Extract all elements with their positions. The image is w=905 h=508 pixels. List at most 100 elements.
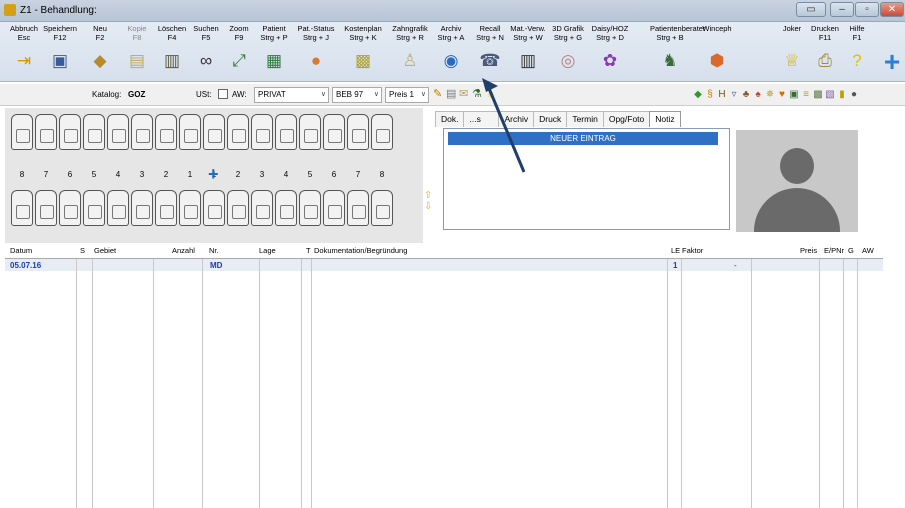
- tab-dok[interactable]: Dok.: [435, 111, 465, 127]
- tooth-lower[interactable]: [179, 190, 201, 226]
- tab-druck[interactable]: Druck: [533, 111, 568, 127]
- hilfe-button[interactable]: Hilfe F1?: [837, 24, 877, 82]
- tooth-upper[interactable]: [179, 114, 201, 150]
- tooth-upper[interactable]: [131, 114, 153, 150]
- tooth-lower[interactable]: [107, 190, 129, 226]
- col-faktor[interactable]: Faktor: [682, 246, 703, 255]
- tooth-upper[interactable]: [11, 114, 33, 150]
- doc-icon[interactable]: ▣: [788, 88, 800, 101]
- tooth-lower[interactable]: [299, 190, 321, 226]
- col-dokumentation[interactable]: Dokumentation/Begründung: [314, 246, 407, 255]
- mail-icon[interactable]: ✉: [459, 88, 468, 101]
- maximize-button[interactable]: ▫: [855, 2, 879, 17]
- h-icon[interactable]: H: [716, 88, 728, 101]
- more-icon[interactable]: ●: [848, 88, 860, 101]
- patientenberater-button[interactable]: Patientenberater Strg + B ♞: [650, 24, 705, 82]
- leaf-icon[interactable]: ◆: [692, 88, 704, 101]
- box-icon[interactable]: ▩: [812, 88, 824, 101]
- tooth-lower[interactable]: [251, 190, 273, 226]
- layout-icon[interactable]: ▭: [796, 2, 826, 17]
- abbruch-button[interactable]: Abbruch Esc ⇥: [4, 24, 44, 82]
- row-datum[interactable]: 05.07.16: [10, 261, 41, 270]
- close-button[interactable]: ✕: [880, 2, 904, 17]
- row-le[interactable]: 1: [673, 261, 677, 270]
- tab-termin[interactable]: Termin: [566, 111, 604, 127]
- col-epnr[interactable]: E/PNr: [824, 246, 844, 255]
- tooth-lower[interactable]: [275, 190, 297, 226]
- vial-icon[interactable]: ▿: [728, 88, 740, 101]
- daisy-hoz-button[interactable]: Daisy/HOZ Strg + D ✿: [590, 24, 630, 82]
- tooth-upper[interactable]: [83, 114, 105, 150]
- archiv-button[interactable]: Archiv Strg + A ◉: [431, 24, 471, 82]
- tooth-lower[interactable]: [371, 190, 393, 226]
- tooth-lower[interactable]: [59, 190, 81, 226]
- row-faktor[interactable]: -: [734, 261, 737, 270]
- zahngrafik-button[interactable]: Zahngrafik Strg + R ♙: [390, 24, 430, 82]
- col-preis[interactable]: Preis: [800, 246, 817, 255]
- tab-notiz[interactable]: Notiz: [649, 111, 681, 127]
- tooth-upper[interactable]: [251, 114, 273, 150]
- tooth-lower[interactable]: [11, 190, 33, 226]
- tooth-lower[interactable]: [323, 190, 345, 226]
- tarif-select[interactable]: PRIVAT ∨: [254, 87, 329, 103]
- patient-button[interactable]: Patient Strg + P ▦: [254, 24, 294, 82]
- kopie-button[interactable]: Kopie F8 ▤: [117, 24, 157, 82]
- tooth-upper[interactable]: [203, 114, 225, 150]
- col-lage[interactable]: Lage: [259, 246, 276, 255]
- treatment-table[interactable]: 05.07.16 MD 1 -: [5, 258, 883, 508]
- neu-button[interactable]: Neu F2 ◆: [80, 24, 120, 82]
- 3d-grafik-button[interactable]: 3D Grafik Strg + G ◎: [548, 24, 588, 82]
- col-s[interactable]: S: [80, 246, 85, 255]
- tooth-upper[interactable]: [107, 114, 129, 150]
- tooth-upper[interactable]: [59, 114, 81, 150]
- tooth-lower[interactable]: [155, 190, 177, 226]
- aw-checkbox[interactable]: [218, 89, 228, 99]
- arrow-up-icon[interactable]: ⇧ ⇩: [424, 190, 432, 212]
- beb-select[interactable]: BEB 97 ∨: [332, 87, 382, 103]
- col-datum[interactable]: Datum: [10, 246, 32, 255]
- pat-status-button[interactable]: Pat.-Status Strg + J ●: [296, 24, 336, 82]
- tooth-lower[interactable]: [227, 190, 249, 226]
- col-aw[interactable]: AW: [862, 246, 874, 255]
- col-g[interactable]: G: [848, 246, 854, 255]
- tooth-upper[interactable]: [371, 114, 393, 150]
- col-nr[interactable]: Nr.: [209, 246, 219, 255]
- tooth-upper[interactable]: [155, 114, 177, 150]
- paragraph-icon[interactable]: §: [704, 88, 716, 101]
- tooth-upper[interactable]: [35, 114, 57, 150]
- tooth-upper[interactable]: [299, 114, 321, 150]
- tools2-icon[interactable]: ♠: [752, 88, 764, 101]
- row-nr[interactable]: MD: [210, 261, 222, 270]
- tooth-lower[interactable]: [83, 190, 105, 226]
- col-t[interactable]: T: [306, 246, 311, 255]
- minimize-button[interactable]: –: [830, 2, 854, 17]
- col-anzahl[interactable]: Anzahl: [172, 246, 195, 255]
- col-gebiet[interactable]: Gebiet: [94, 246, 116, 255]
- tooth-lower[interactable]: [35, 190, 57, 226]
- tooth-upper[interactable]: [227, 114, 249, 150]
- preis-select[interactable]: Preis 1 ∨: [385, 87, 429, 103]
- add-button[interactable]: +: [881, 47, 903, 77]
- patient-photo[interactable]: [736, 130, 858, 232]
- pin-icon[interactable]: ♥: [776, 88, 788, 101]
- pen-icon[interactable]: ✎: [433, 88, 442, 101]
- col-le[interactable]: LE: [671, 246, 680, 255]
- winceph-button[interactable]: Winceph ⬢: [697, 24, 737, 82]
- tooth-lower[interactable]: [131, 190, 153, 226]
- mat-verw-button[interactable]: Mat.-Verw. Strg + W ▥: [508, 24, 548, 82]
- image-icon[interactable]: ▧: [824, 88, 836, 101]
- tooth-upper[interactable]: [347, 114, 369, 150]
- tab-opg-foto[interactable]: Opg/Foto: [602, 111, 651, 127]
- chat-icon[interactable]: ▤: [446, 88, 456, 101]
- recall-button[interactable]: Recall Strg + N ☎: [470, 24, 510, 82]
- tools-icon[interactable]: ♣: [740, 88, 752, 101]
- kostenplan-button[interactable]: Kostenplan Strg + K ▩: [343, 24, 383, 82]
- zoom-button[interactable]: Zoom F9 ⤢: [219, 24, 259, 82]
- speichern-button[interactable]: Speichern F12 ▣: [40, 24, 80, 82]
- stack-icon[interactable]: ≡: [800, 88, 812, 101]
- tooth-upper[interactable]: [275, 114, 297, 150]
- tooth-upper[interactable]: [323, 114, 345, 150]
- tooth-lower[interactable]: [203, 190, 225, 226]
- bottle-icon[interactable]: ▮: [836, 88, 848, 101]
- star-icon[interactable]: ✵: [764, 88, 776, 101]
